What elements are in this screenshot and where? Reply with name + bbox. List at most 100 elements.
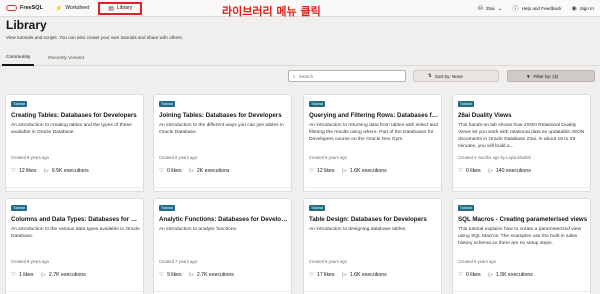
likes-count: 9 likes [166, 272, 182, 278]
card-title[interactable]: Table Design: Databases for Developers [309, 216, 439, 223]
nav-library[interactable]: ▤ Library [98, 1, 143, 15]
tutorial-card[interactable]: Tutorial SQL Macros - Creating parameter… [452, 198, 591, 294]
likes-stat: ♡ 12 likes [309, 168, 335, 174]
executions-stat: ▷ 140 executions [489, 168, 531, 174]
tutorial-badge: Tutorial [159, 101, 175, 107]
sign-in-label: Sign In [579, 6, 594, 11]
likes-count: 12 likes [316, 168, 335, 174]
executions-stat: ▷ 1.6K executions [343, 168, 387, 174]
likes-stat: ♡ 1 likes [11, 272, 34, 278]
annotation-text: 라이브러리 메뉴 클릭 [222, 5, 321, 18]
likes-stat: ♡ 9 likes [159, 272, 182, 278]
executions-stat: ▷ 2.7K executions [190, 272, 234, 278]
heart-icon: ♡ [11, 272, 16, 278]
card-description: An introduction to analytic functions. [159, 227, 238, 232]
page-description: View tutorials and scripts. You can also… [6, 35, 184, 40]
card-description: An introduction to designing database ta… [309, 227, 407, 232]
card-created: Created 8 years ago [309, 155, 347, 160]
tab-community[interactable]: Community [2, 51, 35, 66]
tutorial-badge: Tutorial [458, 101, 474, 107]
executions-count: 2.7K executions [196, 272, 234, 278]
tab-bar: Community Recently Viewed [0, 51, 600, 66]
card-stats: ♡ 0 likes ▷ 2K executions [159, 168, 229, 174]
card-stats: ♡ 1 likes ▷ 2.7K executions [11, 272, 86, 278]
executions-stat: ▷ 9.5K executions [45, 168, 89, 174]
card-title[interactable]: Analytic Functions: Databases for Develo… [159, 216, 289, 223]
run-icon: ▷ [342, 272, 347, 278]
search-icon: ⌕ [293, 73, 296, 79]
tutorial-card[interactable]: Tutorial Joining Tables: Databases for D… [153, 94, 292, 192]
card-stats: ♡ 0 likes ▷ 140 executions [458, 168, 531, 174]
card-description: An introduction to the different ways yo… [159, 123, 284, 135]
schema-label: 25ai [485, 6, 495, 11]
tutorial-card[interactable]: Tutorial 26ai Duality Views This hands-o… [452, 94, 591, 192]
heart-icon: ♡ [458, 272, 463, 278]
executions-count: 2.7K executions [48, 272, 86, 278]
library-icon: ▤ [108, 5, 114, 12]
executions-stat: ▷ 2.7K executions [42, 272, 86, 278]
nav-worksheet-label: Worksheet [65, 5, 90, 11]
tutorial-card[interactable]: Tutorial Columns and Data Types: Databas… [5, 198, 144, 294]
filter-label: Filter by: (3) [533, 73, 559, 79]
likes-stat: ♡ 0 likes [458, 168, 481, 174]
search-box[interactable]: ⌕ [288, 70, 406, 82]
sort-label: Sort by: None [434, 73, 463, 79]
tutorial-card[interactable]: Tutorial Creating Tables: Databases for … [5, 94, 144, 192]
help-icon: ⓘ [512, 7, 519, 13]
tutorial-card[interactable]: Tutorial Querying and Filtering Rows: Da… [303, 94, 442, 192]
search-input[interactable] [298, 73, 399, 79]
tutorial-card[interactable]: Tutorial Analytic Functions: Databases f… [153, 198, 292, 294]
heart-icon: ♡ [458, 168, 463, 174]
card-title[interactable]: Creating Tables: Databases for Developer… [11, 112, 141, 119]
card-footer [304, 187, 441, 191]
likes-stat: ♡ 12 likes [11, 168, 37, 174]
executions-count: 1.6K executions [349, 272, 387, 278]
likes-count: 0 likes [465, 168, 481, 174]
card-description: This hands-on lab shows how JSON Relatio… [458, 123, 585, 149]
run-icon: ▷ [41, 272, 46, 278]
likes-stat: ♡ 17 likes [309, 272, 335, 278]
nav-worksheet[interactable]: ⚡ Worksheet [52, 2, 92, 15]
likes-count: 0 likes [465, 272, 481, 278]
executions-count: 2K executions [196, 168, 230, 174]
card-stats: ♡ 17 likes ▷ 1.6K executions [309, 272, 387, 278]
likes-count: 17 likes [316, 272, 335, 278]
heart-icon: ♡ [309, 168, 314, 174]
card-title[interactable]: Columns and Data Types: Databases for De… [11, 216, 141, 223]
heart-icon: ♡ [309, 272, 314, 278]
card-title[interactable]: Querying and Filtering Rows: Databases f… [309, 112, 439, 119]
heart-icon: ♡ [159, 272, 164, 278]
card-description: An introduction to the various data type… [11, 227, 140, 239]
tutorial-card[interactable]: Tutorial Table Design: Databases for Dev… [303, 198, 442, 294]
worksheet-icon: ⚡ [54, 5, 63, 12]
card-created: Created 8 years ago [11, 155, 49, 160]
schema-selector[interactable]: ⛁ 25ai ⌄ [478, 5, 503, 12]
card-description: This tutorial explains how to create a p… [458, 227, 582, 246]
executions-stat: ▷ 2K executions [190, 168, 230, 174]
likes-count: 1 likes [18, 272, 34, 278]
brand[interactable]: FreeSQL [6, 5, 43, 11]
card-title[interactable]: Joining Tables: Databases for Developers [159, 112, 289, 119]
card-footer [6, 187, 143, 191]
card-description: An introduction to creating tables and t… [11, 123, 132, 135]
run-icon: ▷ [189, 168, 194, 174]
executions-count: 9.5K executions [51, 168, 89, 174]
card-stats: ♡ 0 likes ▷ 1.5K executions [458, 272, 533, 278]
sign-in-button[interactable]: ◉ Sign In [571, 5, 594, 12]
card-created: Created 8 years ago [159, 155, 197, 160]
card-title[interactable]: 26ai Duality Views [458, 112, 588, 119]
help-button[interactable]: ⓘ Help and Feedback [513, 4, 562, 13]
tutorial-badge: Tutorial [309, 205, 325, 211]
database-icon: ⛁ [477, 6, 483, 12]
sort-button[interactable]: ⇅ Sort by: None [413, 70, 499, 82]
card-stats: ♡ 12 likes ▷ 1.6K executions [309, 168, 387, 174]
run-icon: ▷ [488, 168, 493, 174]
tab-recently-viewed[interactable]: Recently Viewed [44, 51, 88, 66]
card-created: Created 4 months ago by Layla Elsakhi [458, 155, 531, 160]
card-title[interactable]: SQL Macros - Creating parameterised view… [458, 216, 588, 223]
card-stats: ♡ 9 likes ▷ 2.7K executions [159, 272, 234, 278]
tutorial-badge: Tutorial [11, 101, 27, 107]
likes-stat: ♡ 0 likes [458, 272, 481, 278]
filter-button[interactable]: ▼ Filter by: (3) [507, 70, 595, 82]
card-created: Created 5 years ago [458, 259, 496, 264]
